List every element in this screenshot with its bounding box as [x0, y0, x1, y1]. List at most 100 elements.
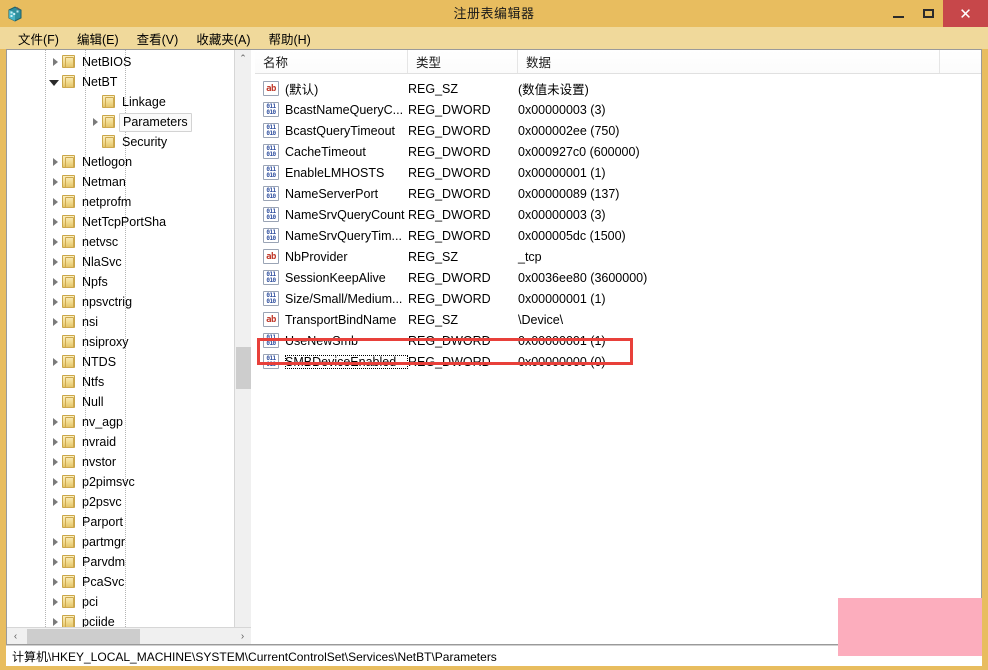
chevron-right-icon[interactable] — [47, 52, 61, 72]
chevron-right-icon[interactable] — [47, 592, 61, 612]
tree-node-npfs[interactable]: Npfs — [7, 272, 251, 292]
tree-node-nv-agp[interactable]: nv_agp — [7, 412, 251, 432]
chevron-right-icon[interactable] — [47, 252, 61, 272]
tree-leaf-spacer — [87, 132, 101, 152]
tree-node-npsvctrig[interactable]: npsvctrig — [7, 292, 251, 312]
tree-node-list: NetBIOS NetBT Linkage Parameters Security Net… — [7, 52, 251, 627]
chevron-right-icon[interactable] — [47, 532, 61, 552]
menu-view[interactable]: 查看(V) — [129, 27, 187, 50]
tree-leaf-spacer — [47, 332, 61, 352]
tree-node-null[interactable]: Null — [7, 392, 251, 412]
tree-node-label: Netman — [82, 175, 126, 189]
table-row[interactable]: 011 010 Size/Small/Medium... REG_DWORD 0x000… — [255, 288, 981, 309]
chevron-right-icon[interactable] — [47, 472, 61, 492]
maximize-button[interactable] — [913, 0, 943, 27]
chevron-right-icon[interactable] — [47, 572, 61, 592]
chevron-right-icon[interactable] — [47, 192, 61, 212]
chevron-right-icon[interactable] — [47, 312, 61, 332]
table-row[interactable]: 011 010 CacheTimeout REG_DWORD 0x000927c0 (6… — [255, 141, 981, 162]
table-row[interactable]: 011 010 NameServerPort REG_DWORD 0x00000089 … — [255, 183, 981, 204]
scroll-left-icon[interactable]: ‹ — [7, 628, 24, 644]
tree-node-pciide[interactable]: pciide — [7, 612, 251, 627]
scroll-up-icon[interactable]: ⌃ — [235, 50, 251, 67]
tree-vertical-scroll-thumb[interactable] — [236, 347, 251, 389]
tree-node-parameters[interactable]: Parameters — [7, 112, 251, 132]
table-row[interactable]: 011 010 BcastQueryTimeout REG_DWORD 0x000002… — [255, 120, 981, 141]
tree-node-ntds[interactable]: NTDS — [7, 352, 251, 372]
table-row[interactable]: ab NbProvider REG_SZ _tcp — [255, 246, 981, 267]
tree-node-parport[interactable]: Parport — [7, 512, 251, 532]
menu-help[interactable]: 帮助(H) — [260, 27, 318, 50]
tree-node-netvsc[interactable]: netvsc — [7, 232, 251, 252]
chevron-right-icon[interactable] — [47, 552, 61, 572]
chevron-right-icon[interactable] — [47, 412, 61, 432]
value-type: REG_DWORD — [408, 144, 491, 159]
tree-node-netbt[interactable]: NetBT — [7, 72, 251, 92]
column-header-type[interactable]: 类型 — [408, 50, 518, 73]
minimize-button[interactable] — [883, 0, 913, 27]
tree-node-netlogon[interactable]: Netlogon — [7, 152, 251, 172]
tree-node-partmgr[interactable]: partmgr — [7, 532, 251, 552]
table-row[interactable]: ab (默认) REG_SZ (数值未设置) — [255, 78, 981, 99]
menu-favorites[interactable]: 收藏夹(A) — [188, 27, 258, 50]
tree-node-netman[interactable]: Netman — [7, 172, 251, 192]
chevron-right-icon[interactable] — [47, 272, 61, 292]
table-row[interactable]: ab TransportBindName REG_SZ \Device\ — [255, 309, 981, 330]
chevron-down-icon[interactable] — [47, 72, 61, 92]
tree-node-pci[interactable]: pci — [7, 592, 251, 612]
folder-icon — [61, 295, 77, 309]
tree-node-nettcpportsha[interactable]: NetTcpPortSha — [7, 212, 251, 232]
tree-node-nlasvc[interactable]: NlaSvc — [7, 252, 251, 272]
chevron-right-icon[interactable] — [47, 352, 61, 372]
table-row[interactable]: 011 010 NameSrvQueryTim... REG_DWORD 0x00000… — [255, 225, 981, 246]
table-row[interactable]: 011 010 BcastNameQueryC... REG_DWORD 0x00000… — [255, 99, 981, 120]
value-name: SessionKeepAlive — [285, 270, 386, 285]
value-data: 0x00000000 (0) — [518, 354, 606, 369]
tree-node-label: p2psvc — [82, 495, 122, 509]
chevron-right-icon[interactable] — [47, 292, 61, 312]
column-header-name[interactable]: 名称 — [255, 50, 408, 73]
table-row[interactable]: 011 010 EnableLMHOSTS REG_DWORD 0x00000001 (… — [255, 162, 981, 183]
menu-edit[interactable]: 编辑(E) — [69, 27, 127, 50]
value-type: REG_DWORD — [408, 228, 491, 243]
tree-node-security[interactable]: Security — [7, 132, 251, 152]
folder-icon — [61, 515, 77, 529]
scroll-right-icon[interactable]: › — [234, 628, 251, 644]
table-row[interactable]: 011 010 NameSrvQueryCount REG_DWORD 0x000000… — [255, 204, 981, 225]
chevron-right-icon[interactable] — [47, 452, 61, 472]
tree-node-nsiproxy[interactable]: nsiproxy — [7, 332, 251, 352]
chevron-right-icon[interactable] — [47, 212, 61, 232]
tree-vertical-scrollbar[interactable]: ⌃ ⌄ — [234, 50, 251, 644]
table-row[interactable]: 011 010 UseNewSmb REG_DWORD 0x00000001 (1) — [255, 330, 981, 351]
tree-node-pcasvc[interactable]: PcaSvc — [7, 572, 251, 592]
chevron-right-icon[interactable] — [47, 232, 61, 252]
chevron-right-icon[interactable] — [87, 112, 101, 132]
folder-icon — [61, 595, 77, 609]
tree-node-netprofm[interactable]: netprofm — [7, 192, 251, 212]
tree-node-nsi[interactable]: nsi — [7, 312, 251, 332]
chevron-right-icon[interactable] — [47, 432, 61, 452]
menu-file[interactable]: 文件(F) — [10, 27, 67, 50]
column-header-data[interactable]: 数据 — [518, 50, 940, 73]
tree-node-netbios[interactable]: NetBIOS — [7, 52, 251, 72]
tree-horizontal-scrollbar[interactable]: ‹ › — [7, 627, 251, 644]
registry-tree[interactable]: NetBIOS NetBT Linkage Parameters Security Net… — [7, 50, 251, 627]
tree-horizontal-scroll-thumb[interactable] — [27, 629, 140, 644]
tree-node-nvstor[interactable]: nvstor — [7, 452, 251, 472]
tree-node-label: Parvdm — [82, 555, 126, 569]
tree-node-ntfs[interactable]: Ntfs — [7, 372, 251, 392]
folder-icon — [101, 95, 117, 109]
tree-node-p2psvc[interactable]: p2psvc — [7, 492, 251, 512]
close-button[interactable]: ✕ — [943, 0, 988, 27]
tree-node-p2pimsvc[interactable]: p2pimsvc — [7, 472, 251, 492]
chevron-right-icon[interactable] — [47, 152, 61, 172]
chevron-right-icon[interactable] — [47, 612, 61, 627]
tree-node-parvdm[interactable]: Parvdm — [7, 552, 251, 572]
table-row[interactable]: 011 010 SMBDeviceEnabled REG_DWORD 0x0000000… — [255, 351, 981, 372]
chevron-right-icon[interactable] — [47, 492, 61, 512]
folder-icon — [61, 275, 77, 289]
table-row[interactable]: 011 010 SessionKeepAlive REG_DWORD 0x0036ee8… — [255, 267, 981, 288]
tree-node-nvraid[interactable]: nvraid — [7, 432, 251, 452]
chevron-right-icon[interactable] — [47, 172, 61, 192]
tree-node-linkage[interactable]: Linkage — [7, 92, 251, 112]
